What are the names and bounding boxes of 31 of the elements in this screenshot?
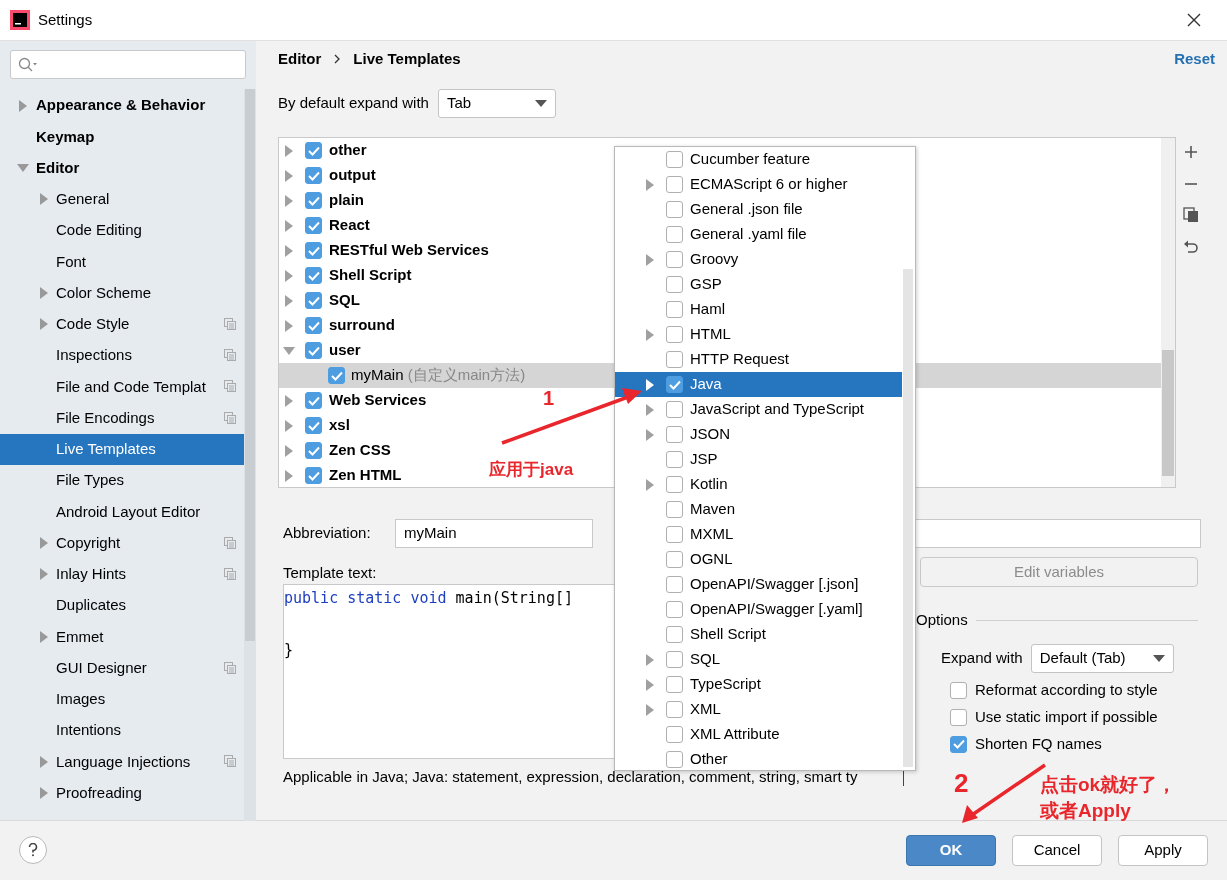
group-label: RESTful Web Services bbox=[329, 240, 489, 261]
group-label: other bbox=[329, 140, 367, 161]
field-label: By default expand with bbox=[278, 93, 429, 114]
checkbox-label: Use static import if possible bbox=[975, 706, 1158, 727]
step-number: 2 bbox=[954, 767, 969, 800]
group-label: React bbox=[329, 215, 370, 236]
group-label: xsl bbox=[329, 415, 350, 436]
checkbox-label: Shorten FQ names bbox=[975, 733, 1102, 754]
section-title: Options bbox=[916, 610, 968, 630]
annotation-text: 点击ok就好了， bbox=[1040, 773, 1177, 797]
breadcrumb-item: Editor bbox=[278, 48, 322, 69]
field-label: Template text: bbox=[283, 563, 378, 583]
code-line: } bbox=[284, 640, 294, 661]
group-label: plain bbox=[329, 190, 364, 211]
step-number: 1 bbox=[543, 386, 555, 411]
group-label: user bbox=[329, 340, 361, 361]
group-label: SQL bbox=[329, 290, 360, 311]
checkbox-label: Reformat according to style bbox=[975, 679, 1158, 700]
annotation-text: 应用于java bbox=[489, 459, 574, 481]
group-label: output bbox=[329, 165, 376, 186]
annotation-text: 或者Apply bbox=[1040, 799, 1132, 823]
group-label: Shell Script bbox=[329, 265, 412, 286]
group-label: Web Services bbox=[329, 390, 427, 411]
field-label: Expand with bbox=[941, 647, 1023, 668]
code-line: public static void main(String[] bbox=[284, 588, 573, 609]
breadcrumb-item: Live Templates bbox=[353, 48, 461, 69]
field-label: Abbreviation: bbox=[283, 523, 372, 544]
group-label: Zen CSS bbox=[329, 440, 391, 461]
window-title: Settings bbox=[38, 9, 93, 30]
group-label: Zen HTML bbox=[329, 465, 402, 486]
group-label: surround bbox=[329, 315, 395, 336]
